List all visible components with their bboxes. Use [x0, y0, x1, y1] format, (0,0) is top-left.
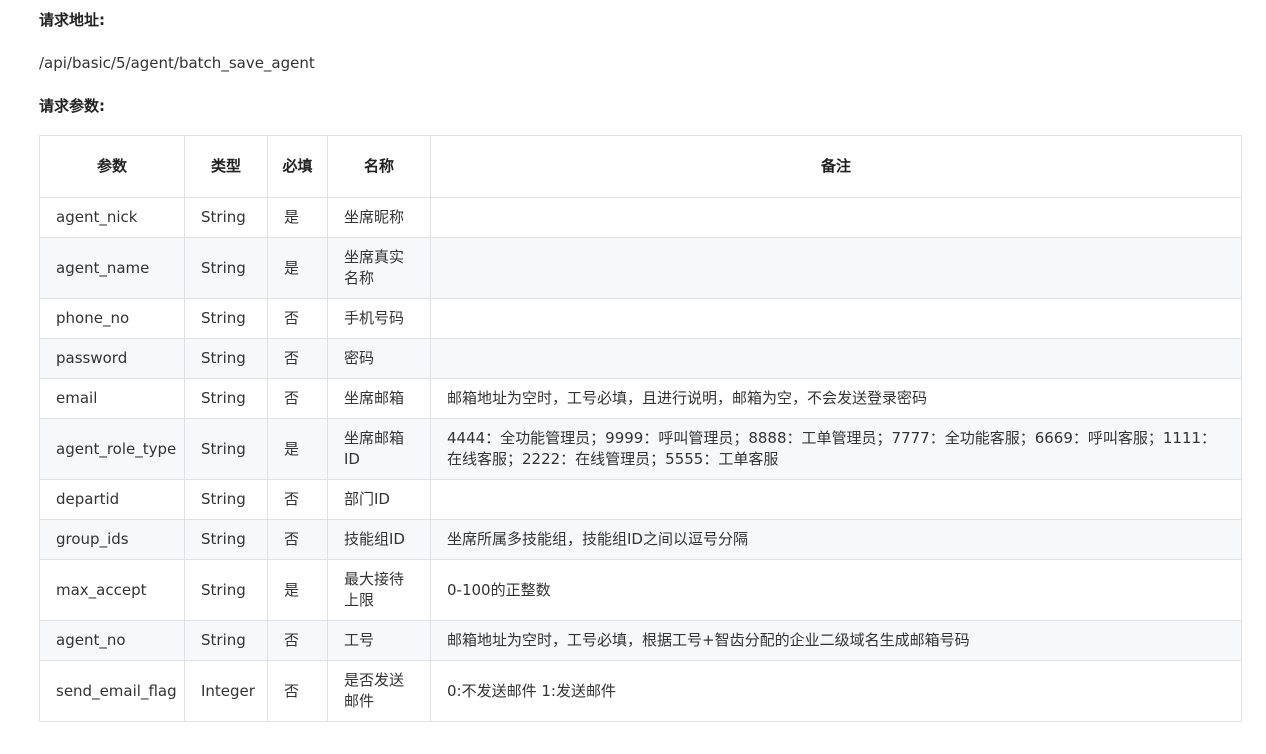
- name-cell: 坐席真实名称: [327, 237, 431, 299]
- note-cell: 0-100的正整数: [430, 559, 1242, 621]
- type-cell: String: [184, 197, 268, 238]
- request-url: /api/basic/5/agent/batch_save_agent: [39, 54, 315, 72]
- name-cell: 最大接待上限: [327, 559, 431, 621]
- type-cell: Integer: [184, 660, 268, 722]
- param-cell: group_ids: [39, 519, 185, 560]
- request-params-label: 请求参数:: [39, 97, 105, 115]
- param-cell: send_email_flag: [39, 660, 185, 722]
- table-row: max_accept String 是 最大接待上限 0-100的正整数: [39, 559, 1242, 621]
- table-row: departid String 否 部门ID: [39, 479, 1242, 520]
- type-cell: String: [184, 620, 268, 661]
- required-cell: 是: [267, 418, 328, 480]
- type-cell: String: [184, 378, 268, 419]
- type-cell: String: [184, 479, 268, 520]
- table-row: agent_nick String 是 坐席昵称: [39, 197, 1242, 238]
- table-row: agent_role_type String 是 坐席邮箱ID 4444：全功能…: [39, 418, 1242, 480]
- note-cell: 坐席所属多技能组，技能组ID之间以逗号分隔: [430, 519, 1242, 560]
- note-cell: 4444：全功能管理员；9999：呼叫管理员；8888：工单管理员；7777：全…: [430, 418, 1242, 480]
- name-cell: 工号: [327, 620, 431, 661]
- note-cell: 邮箱地址为空时，工号必填，且进行说明，邮箱为空，不会发送登录密码: [430, 378, 1242, 419]
- required-cell: 否: [267, 298, 328, 339]
- note-cell: 邮箱地址为空时，工号必填，根据工号+智齿分配的企业二级域名生成邮箱号码: [430, 620, 1242, 661]
- param-cell: max_accept: [39, 559, 185, 621]
- header-param: 参数: [39, 135, 185, 198]
- table-row: group_ids String 否 技能组ID 坐席所属多技能组，技能组ID之…: [39, 519, 1242, 560]
- table-row: password String 否 密码: [39, 338, 1242, 379]
- param-cell: agent_nick: [39, 197, 185, 238]
- param-cell: departid: [39, 479, 185, 520]
- required-cell: 否: [267, 378, 328, 419]
- param-cell: agent_no: [39, 620, 185, 661]
- table-row: email String 否 坐席邮箱 邮箱地址为空时，工号必填，且进行说明，邮…: [39, 378, 1242, 419]
- type-cell: String: [184, 237, 268, 299]
- name-cell: 坐席邮箱: [327, 378, 431, 419]
- name-cell: 手机号码: [327, 298, 431, 339]
- name-cell: 坐席邮箱ID: [327, 418, 431, 480]
- note-cell: [430, 338, 1242, 379]
- param-cell: agent_role_type: [39, 418, 185, 480]
- required-cell: 否: [267, 338, 328, 379]
- header-name: 名称: [327, 135, 431, 198]
- name-cell: 密码: [327, 338, 431, 379]
- note-cell: [430, 479, 1242, 520]
- required-cell: 否: [267, 479, 328, 520]
- name-cell: 是否发送邮件: [327, 660, 431, 722]
- note-cell: [430, 197, 1242, 238]
- header-required: 必填: [267, 135, 328, 198]
- required-cell: 是: [267, 237, 328, 299]
- table-row: agent_name String 是 坐席真实名称: [39, 237, 1242, 299]
- required-cell: 否: [267, 660, 328, 722]
- required-cell: 否: [267, 620, 328, 661]
- type-cell: String: [184, 519, 268, 560]
- param-cell: email: [39, 378, 185, 419]
- note-cell: [430, 298, 1242, 339]
- type-cell: String: [184, 559, 268, 621]
- table-row: send_email_flag Integer 否 是否发送邮件 0:不发送邮件…: [39, 660, 1242, 722]
- param-cell: agent_name: [39, 237, 185, 299]
- header-type: 类型: [184, 135, 268, 198]
- note-cell: [430, 237, 1242, 299]
- required-cell: 是: [267, 197, 328, 238]
- type-cell: String: [184, 298, 268, 339]
- name-cell: 坐席昵称: [327, 197, 431, 238]
- type-cell: String: [184, 338, 268, 379]
- request-url-label: 请求地址:: [39, 11, 105, 29]
- required-cell: 否: [267, 519, 328, 560]
- name-cell: 部门ID: [327, 479, 431, 520]
- table-row: phone_no String 否 手机号码: [39, 298, 1242, 339]
- param-cell: phone_no: [39, 298, 185, 339]
- required-cell: 是: [267, 559, 328, 621]
- name-cell: 技能组ID: [327, 519, 431, 560]
- param-cell: password: [39, 338, 185, 379]
- note-cell: 0:不发送邮件 1:发送邮件: [430, 660, 1242, 722]
- table-header-row: 参数 类型 必填 名称 备注: [39, 135, 1242, 198]
- type-cell: String: [184, 418, 268, 480]
- table-row: agent_no String 否 工号 邮箱地址为空时，工号必填，根据工号+智…: [39, 620, 1242, 661]
- header-note: 备注: [430, 135, 1242, 198]
- params-table: 参数 类型 必填 名称 备注 agent_nick String 是 坐席昵称 …: [39, 135, 1242, 722]
